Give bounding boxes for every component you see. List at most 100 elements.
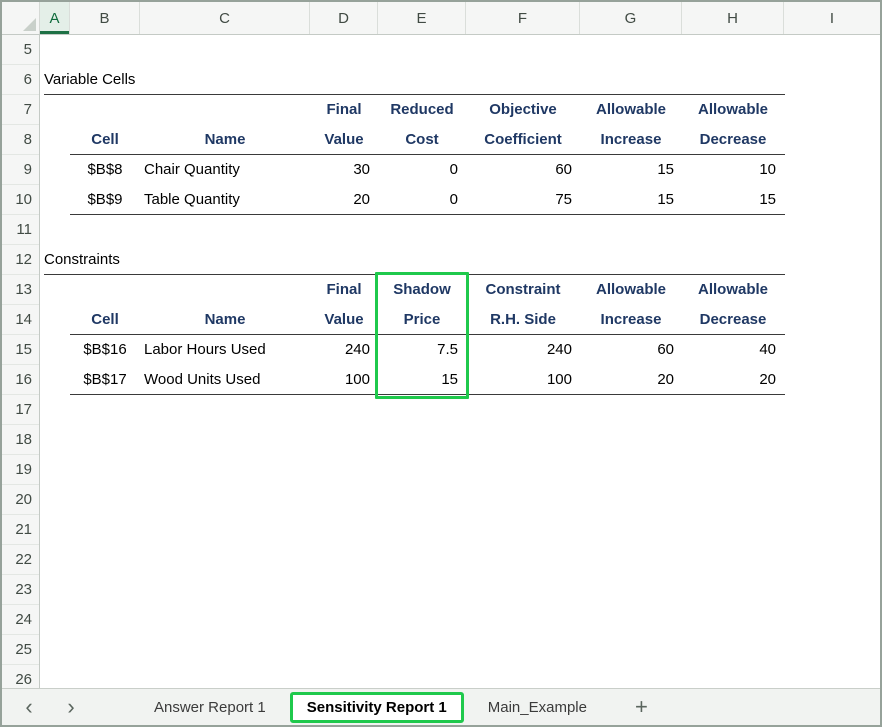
row-header-17[interactable]: 17	[2, 395, 39, 425]
header-allowable-inc[interactable]: Allowable	[580, 275, 682, 305]
row-header-13[interactable]: 13	[2, 275, 39, 305]
cell-E16-shadow-price[interactable]: 15	[378, 365, 466, 395]
cell-H16[interactable]: 20	[682, 365, 784, 395]
header-cell[interactable]: Cell	[70, 305, 140, 335]
row-header-5[interactable]: 5	[2, 35, 39, 65]
row-header-12[interactable]: 12	[2, 245, 39, 275]
sheet-tab-main-example[interactable]: Main_Example	[474, 689, 601, 725]
header-value[interactable]: Value	[310, 305, 378, 335]
header-reduced[interactable]: Reduced	[378, 95, 466, 125]
cell-G10[interactable]: 15	[580, 185, 682, 215]
cell-F15[interactable]: 240	[466, 335, 580, 365]
cell-H9[interactable]: 10	[682, 155, 784, 185]
table-rule	[70, 394, 785, 395]
header-allowable-dec[interactable]: Allowable	[682, 275, 784, 305]
cell-C10-name[interactable]: Table Quantity	[140, 185, 310, 215]
header-rhs[interactable]: R.H. Side	[466, 305, 580, 335]
column-header-I[interactable]: I	[784, 2, 880, 34]
header-final[interactable]: Final	[310, 275, 378, 305]
cell-D10[interactable]: 20	[310, 185, 378, 215]
sheet-nav-left-icon[interactable]: ‹	[18, 692, 40, 722]
table-rule	[70, 214, 785, 215]
header-objective[interactable]: Objective	[466, 95, 580, 125]
column-header-F[interactable]: F	[466, 2, 580, 34]
cell-E15-shadow-price[interactable]: 7.5	[378, 335, 466, 365]
row-header-23[interactable]: 23	[2, 575, 39, 605]
add-sheet-icon[interactable]: +	[635, 692, 648, 722]
header-constraint[interactable]: Constraint	[466, 275, 580, 305]
cell-G15[interactable]: 60	[580, 335, 682, 365]
row-header-16[interactable]: 16	[2, 365, 39, 395]
header-price[interactable]: Price	[378, 305, 466, 335]
sheet-tab-answer-report[interactable]: Answer Report 1	[140, 689, 280, 725]
cell-E10[interactable]: 0	[378, 185, 466, 215]
row-header-24[interactable]: 24	[2, 605, 39, 635]
select-all-corner[interactable]	[2, 2, 40, 34]
cell-H10[interactable]: 15	[682, 185, 784, 215]
cell-G16[interactable]: 20	[580, 365, 682, 395]
row-header-21[interactable]: 21	[2, 515, 39, 545]
row-header-6[interactable]: 6	[2, 65, 39, 95]
cell-E9[interactable]: 0	[378, 155, 466, 185]
column-header-E[interactable]: E	[378, 2, 466, 34]
row-header-10[interactable]: 10	[2, 185, 39, 215]
row-header-22[interactable]: 22	[2, 545, 39, 575]
sheet-cells[interactable]: Variable Cells Final Reduced Objective A…	[40, 35, 880, 688]
header-final[interactable]: Final	[310, 95, 378, 125]
column-header-C[interactable]: C	[140, 2, 310, 34]
header-decrease[interactable]: Decrease	[682, 305, 784, 335]
cell-B16-ref[interactable]: $B$17	[70, 365, 140, 395]
header-value[interactable]: Value	[310, 125, 378, 155]
column-header-G[interactable]: G	[580, 2, 682, 34]
cell-C16-name[interactable]: Wood Units Used	[140, 365, 310, 395]
cell-C9-name[interactable]: Chair Quantity	[140, 155, 310, 185]
sheet-nav-right-icon[interactable]: ›	[60, 692, 82, 722]
header-cost[interactable]: Cost	[378, 125, 466, 155]
header-allowable-dec[interactable]: Allowable	[682, 95, 784, 125]
column-header-D[interactable]: D	[310, 2, 378, 34]
header-name[interactable]: Name	[140, 305, 310, 335]
header-allowable-inc[interactable]: Allowable	[580, 95, 682, 125]
select-all-triangle-icon	[23, 18, 36, 31]
excel-window: A B C D E F G H I 5 6 7 8 9 10 11 12 13 …	[0, 0, 882, 727]
column-header-A[interactable]: A	[40, 2, 70, 34]
header-cell[interactable]: Cell	[70, 125, 140, 155]
row-header-20[interactable]: 20	[2, 485, 39, 515]
header-decrease[interactable]: Decrease	[682, 125, 784, 155]
cell-D9[interactable]: 30	[310, 155, 378, 185]
header-increase[interactable]: Increase	[580, 305, 682, 335]
row-header-14[interactable]: 14	[2, 305, 39, 335]
cell-F9[interactable]: 60	[466, 155, 580, 185]
cell-B15-ref[interactable]: $B$16	[70, 335, 140, 365]
sheet-tab-bar: ‹ › Answer Report 1 Sensitivity Report 1…	[2, 688, 880, 725]
header-coefficient[interactable]: Coefficient	[466, 125, 580, 155]
cell-B9-ref[interactable]: $B$8	[70, 155, 140, 185]
row-header-25[interactable]: 25	[2, 635, 39, 665]
row-header-8[interactable]: 8	[2, 125, 39, 155]
cell-H15[interactable]: 40	[682, 335, 784, 365]
header-shadow[interactable]: Shadow	[378, 275, 466, 305]
cell-F10[interactable]: 75	[466, 185, 580, 215]
header-increase[interactable]: Increase	[580, 125, 682, 155]
column-header-H[interactable]: H	[682, 2, 784, 34]
cell-D15[interactable]: 240	[310, 335, 378, 365]
row-header-9[interactable]: 9	[2, 155, 39, 185]
column-header-B[interactable]: B	[70, 2, 140, 34]
cell-G9[interactable]: 15	[580, 155, 682, 185]
row-header-column: 5 6 7 8 9 10 11 12 13 14 15 16 17 18 19 …	[2, 35, 40, 688]
row-header-7[interactable]: 7	[2, 95, 39, 125]
cell-C15-name[interactable]: Labor Hours Used	[140, 335, 310, 365]
row-header-18[interactable]: 18	[2, 425, 39, 455]
cell-D16[interactable]: 100	[310, 365, 378, 395]
cell-B10-ref[interactable]: $B$9	[70, 185, 140, 215]
cell-F16[interactable]: 100	[466, 365, 580, 395]
column-header-row: A B C D E F G H I	[2, 2, 880, 35]
section-title-variable-cells[interactable]: Variable Cells	[44, 65, 304, 95]
row-header-11[interactable]: 11	[2, 215, 39, 245]
row-header-19[interactable]: 19	[2, 455, 39, 485]
header-name[interactable]: Name	[140, 125, 310, 155]
row-header-15[interactable]: 15	[2, 335, 39, 365]
row-header-26[interactable]: 26	[2, 665, 39, 688]
section-title-constraints[interactable]: Constraints	[44, 245, 304, 275]
sheet-tab-sensitivity-report[interactable]: Sensitivity Report 1	[290, 692, 464, 723]
